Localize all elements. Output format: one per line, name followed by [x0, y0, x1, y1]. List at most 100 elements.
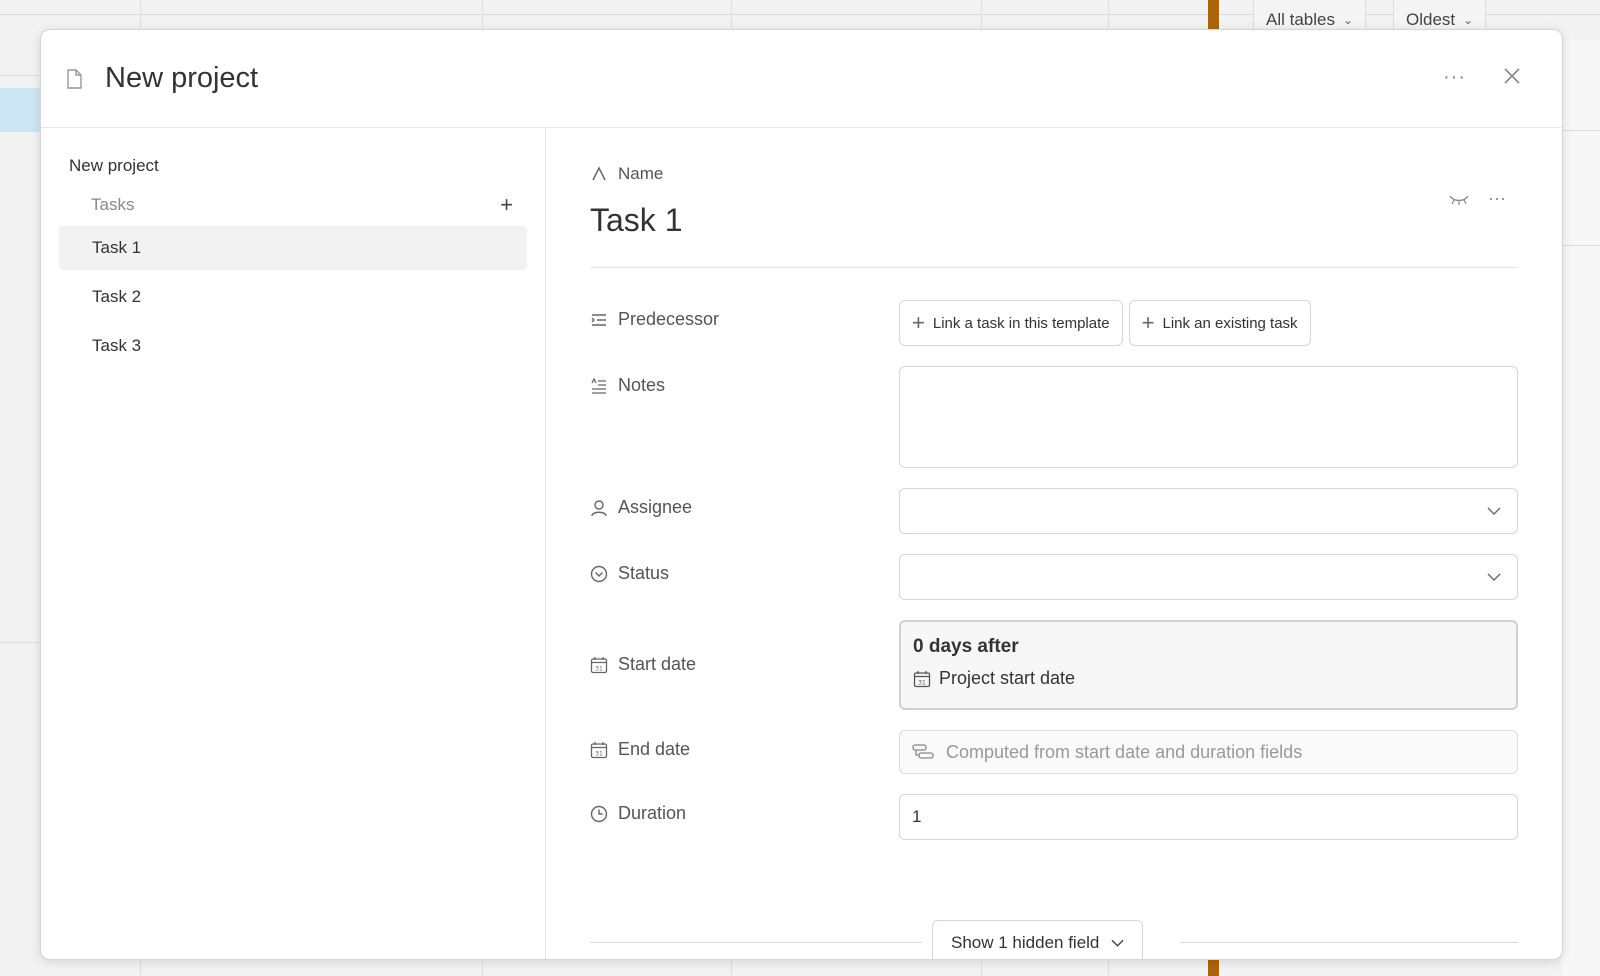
- text-field-icon: [592, 166, 606, 181]
- start-date-row: 31 Start date 0 days after 31 Project st…: [590, 620, 1518, 710]
- end-date-label-text: End date: [618, 739, 691, 759]
- predecessor-icon: [591, 313, 606, 326]
- sidebar-tasks-section: Tasks +: [59, 194, 527, 216]
- start-date-control: 0 days after 31 Project start date: [899, 620, 1518, 710]
- name-label-text: Name: [618, 164, 664, 183]
- notes-label: Notes: [590, 366, 899, 396]
- start-date-label-text: Start date: [618, 654, 697, 674]
- modal-more-button[interactable]: ···: [1443, 66, 1466, 89]
- sidebar-item-label: Task 3: [92, 336, 142, 355]
- assignee-label: Assignee: [590, 488, 899, 518]
- calendar-icon: 31: [590, 741, 608, 758]
- link-existing-task-label: Link an existing task: [1162, 314, 1298, 332]
- start-date-reference: 31 Project start date: [913, 668, 1504, 689]
- duration-control: [899, 794, 1518, 840]
- document-icon: [67, 68, 82, 89]
- predecessor-control: + Link a task in this template + Link an…: [899, 300, 1518, 346]
- oldest-filter-label: Oldest: [1406, 10, 1456, 29]
- background-row-line: [1562, 245, 1600, 246]
- start-date-offset: 0 days after: [913, 636, 1019, 657]
- clock-icon: [590, 805, 608, 822]
- status-label-text: Status: [618, 563, 670, 583]
- end-date-control: Computed from start date and duration fi…: [899, 730, 1518, 774]
- calendar-icon: 31: [913, 670, 931, 687]
- duration-label: Duration: [590, 794, 899, 824]
- background-row-line: [0, 642, 42, 643]
- link-existing-task-button[interactable]: + Link an existing task: [1128, 300, 1311, 346]
- end-date-computed-field: Computed from start date and duration fi…: [899, 730, 1518, 774]
- assignee-control: [899, 488, 1518, 534]
- plus-icon: +: [912, 310, 925, 335]
- chevron-down-icon: ⌄: [1463, 13, 1474, 27]
- status-select[interactable]: [899, 554, 1518, 600]
- sidebar-section-label: Tasks: [91, 195, 135, 214]
- notes-row: Notes: [590, 366, 1518, 468]
- predecessor-label: Predecessor: [590, 300, 899, 330]
- chevron-down-icon: [1487, 507, 1501, 515]
- add-task-button[interactable]: +: [500, 194, 513, 216]
- divider: [1180, 942, 1518, 943]
- modal-header: New project ···: [41, 30, 1562, 128]
- background-row-highlight: [0, 88, 42, 132]
- predecessor-label-text: Predecessor: [618, 309, 720, 329]
- chevron-down-icon: [1487, 573, 1501, 581]
- sidebar-item-label: Task 2: [92, 287, 142, 306]
- link-template-task-button[interactable]: + Link a task in this template: [899, 300, 1123, 346]
- start-date-label: 31 Start date: [590, 620, 899, 675]
- end-date-label: 31 End date: [590, 730, 899, 760]
- predecessor-row: Predecessor + Link a task in this templa…: [590, 300, 1518, 346]
- user-icon: [591, 499, 607, 516]
- background-row-line: [0, 75, 42, 76]
- sidebar-item-task-2[interactable]: Task 2: [59, 275, 527, 319]
- title-more-button[interactable]: ···: [1488, 188, 1506, 209]
- title-actions: ···: [1448, 188, 1506, 209]
- sidebar-item-task-3[interactable]: Task 3: [59, 324, 527, 368]
- show-hidden-field-button[interactable]: Show 1 hidden field: [932, 920, 1144, 959]
- task-detail: Name Task 1 ··· Predecessor + Link a tas…: [546, 128, 1562, 959]
- link-template-task-label: Link a task in this template: [932, 314, 1110, 332]
- name-field-label: Name: [590, 164, 1518, 184]
- notes-label-text: Notes: [618, 375, 666, 395]
- assignee-row: Assignee: [590, 488, 1518, 534]
- notes-control: [899, 366, 1518, 468]
- sidebar-project-title: New project: [69, 156, 159, 175]
- status-row: Status: [590, 554, 1518, 600]
- assignee-label-text: Assignee: [618, 497, 693, 517]
- assignee-select[interactable]: [899, 488, 1518, 534]
- modal-body: New project Tasks + Task 1 Task 2 Task 3…: [41, 128, 1562, 959]
- end-date-placeholder: Computed from start date and duration fi…: [946, 741, 1303, 762]
- close-icon[interactable]: [1502, 66, 1522, 86]
- hidden-fields-row: Show 1 hidden field: [590, 920, 1518, 959]
- start-date-picker[interactable]: 0 days after 31 Project start date: [899, 620, 1518, 710]
- show-hidden-field-label: Show 1 hidden field: [951, 933, 1100, 952]
- chevron-down-icon: ⌄: [1342, 13, 1354, 27]
- duration-input[interactable]: [899, 794, 1518, 840]
- plus-icon: +: [1141, 310, 1155, 335]
- notes-icon: [591, 377, 606, 394]
- background-row-line: [1562, 130, 1600, 131]
- divider: [590, 267, 1518, 268]
- modal-title: New project: [105, 62, 259, 94]
- tasks-sidebar: New project Tasks + Task 1 Task 2 Task 3: [41, 128, 546, 959]
- svg-text:31: 31: [595, 665, 603, 672]
- eye-closed-icon[interactable]: [1448, 193, 1470, 205]
- duration-label-text: Duration: [618, 803, 687, 823]
- duration-row: Duration: [590, 794, 1518, 840]
- sidebar-item-label: Task 1: [92, 238, 142, 257]
- divider: [590, 942, 922, 943]
- all-tables-filter-label: All tables: [1266, 10, 1335, 29]
- end-date-row: 31 End date Computed from start date and…: [590, 730, 1518, 774]
- chevron-down-icon: [1111, 939, 1124, 947]
- background-panel: [1562, 40, 1600, 976]
- sidebar-item-task-1[interactable]: Task 1: [59, 226, 527, 270]
- status-label: Status: [590, 554, 899, 584]
- timeline-icon: [912, 744, 934, 759]
- svg-text:31: 31: [595, 750, 603, 757]
- status-icon: [590, 565, 608, 582]
- svg-text:31: 31: [918, 679, 926, 686]
- notes-input[interactable]: [899, 366, 1518, 468]
- status-control: [899, 554, 1518, 600]
- start-date-reference-label: Project start date: [939, 668, 1076, 688]
- task-title[interactable]: Task 1: [590, 202, 1518, 239]
- calendar-icon: 31: [590, 656, 608, 673]
